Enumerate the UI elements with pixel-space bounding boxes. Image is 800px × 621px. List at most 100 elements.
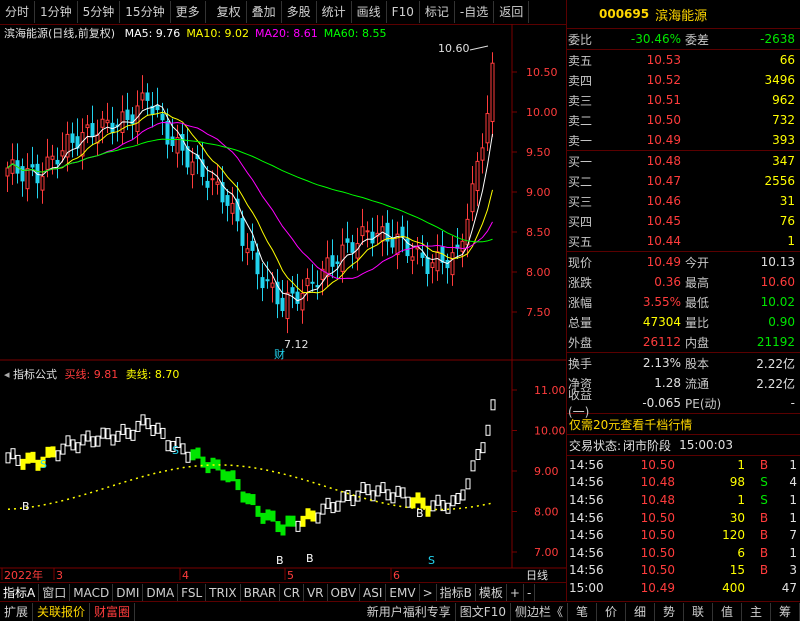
bottom-tab[interactable]: 财富圈 (90, 602, 136, 621)
quote-tab[interactable]: 势 (655, 602, 684, 621)
chart-area[interactable]: 10.50 10.00 9.50 9.00 8.50 8.00 7.50 11.00 10.00… (0, 24, 566, 582)
toolbar-item[interactable]: 多股 (282, 1, 317, 23)
candle-body (5, 167, 10, 177)
trade-direction: S (760, 492, 768, 507)
bottom-tab[interactable]: 关联报价 (33, 602, 91, 621)
toolbar-item[interactable]: 复权 (212, 1, 247, 23)
price-axis-label: 9.00 (526, 186, 551, 199)
indicator-tab[interactable]: DMA (143, 583, 179, 602)
trade-volume: 30 (729, 510, 745, 525)
toolbar-item[interactable]: 画线 (352, 1, 387, 23)
quote-tab[interactable]: 主 (742, 602, 771, 621)
signal-bar (160, 427, 166, 439)
candle-body (335, 261, 340, 265)
candle-body (55, 159, 60, 165)
toolbar-item[interactable]: 15分钟 (120, 1, 171, 23)
indicator-tab[interactable]: BRAR (241, 583, 281, 602)
f10-link[interactable]: 图文F10 (456, 602, 511, 621)
trade-time: 14:56 (569, 528, 604, 543)
toolbar-item[interactable]: 叠加 (247, 1, 282, 23)
toolbar-item[interactable]: 统计 (317, 1, 352, 23)
quote-tab[interactable]: 筹 (771, 602, 800, 621)
price-axis-label: 9.50 (526, 146, 551, 159)
orderbook-price: 10.52 (646, 73, 681, 87)
stat-value: 0.36 (654, 275, 681, 289)
candle-body (485, 113, 490, 144)
toolbar-item[interactable]: F10 (387, 1, 420, 23)
indicator-tab[interactable]: 模板 (476, 583, 507, 602)
candle-body (230, 202, 235, 214)
candle-body (435, 251, 440, 272)
signal-bar (225, 471, 231, 483)
indicator-axis-label: 8.00 (534, 506, 559, 519)
toolbar-item[interactable]: -自选 (455, 1, 495, 23)
signal-bar (490, 399, 496, 411)
indicator-tab[interactable]: MACD (70, 583, 114, 602)
sidebar-toggle[interactable]: 侧边栏《 (511, 602, 568, 621)
signal-bar (130, 429, 136, 441)
toolbar-item[interactable]: 更多 (171, 1, 206, 23)
signal-bar (95, 435, 101, 447)
quote-tab[interactable]: 价 (597, 602, 626, 621)
trade-count: 7 (789, 528, 797, 543)
toolbar-item[interactable]: 分时 (0, 1, 36, 23)
indicator-tab[interactable]: OBV (328, 583, 361, 602)
stats-list: 现价 10.49 今开 10.13 涨跌 0.36 最高 10.60 涨幅 3.55% 最低 10.0… (567, 252, 800, 352)
indicator-tab[interactable]: - (524, 583, 536, 602)
toolbar-item[interactable]: 返回 (494, 1, 530, 23)
signal-bar (320, 503, 326, 515)
trade-time: 15:00 (569, 580, 604, 595)
indicator-tab[interactable]: TRIX (206, 583, 241, 602)
indicator-tab[interactable]: FSL (178, 583, 207, 602)
indicator-tab[interactable]: CR (280, 583, 304, 602)
orderbook-label: 买五 (568, 234, 593, 249)
signal-bar (20, 458, 26, 470)
indicator-tab[interactable]: ASI (360, 583, 387, 602)
indicator-legend: ◂ 指标公式 买线: 9.81 卖线: 8.70 (4, 366, 179, 382)
new-user-promo[interactable]: 新用户福利专享 (363, 602, 456, 621)
indicator-menu-icon[interactable]: ◂ (4, 368, 10, 381)
bottom-tab[interactable]: 扩展 (0, 602, 34, 621)
candle-body (60, 150, 65, 157)
indicator-axis-label: 7.00 (534, 546, 559, 559)
indicator-tab[interactable]: 窗口 (39, 583, 71, 602)
signal-bar (455, 492, 461, 504)
indicator-tab[interactable]: + (507, 583, 524, 602)
candle-body (400, 226, 405, 238)
toolbar-item[interactable]: 5分钟 (78, 1, 121, 23)
promo-row[interactable]: 仅需20元查看千档行情 (567, 414, 800, 434)
indicator-tab[interactable]: 指标A (0, 583, 40, 602)
indicator-tab[interactable]: 指标B (437, 583, 476, 602)
signal-bar (305, 508, 311, 520)
trade-price: 10.50 (640, 563, 675, 578)
signal-bar (195, 447, 201, 459)
stat-row: 现价 10.49 今开 10.13 (567, 252, 800, 272)
weibi-value: -30.46% (630, 32, 681, 46)
candle-body (280, 297, 285, 312)
toolbar-item[interactable]: 标记 (420, 1, 455, 23)
signal-marker: B (22, 500, 30, 513)
stat-value: 26112 (642, 335, 681, 349)
signal-bar (285, 515, 291, 527)
orderbook-label: 买三 (568, 194, 593, 209)
bid-list: 买一 10.48 347 买二 10.47 2556 买三 10.46 31 买四 10.45 76 买… (567, 151, 800, 251)
quote-tab[interactable]: 笔 (568, 602, 597, 621)
indicator-tab[interactable]: EMV (386, 583, 420, 602)
trade-price: 10.49 (640, 580, 675, 595)
quote-tab[interactable]: 联 (684, 602, 713, 621)
indicator-name[interactable]: 指标公式 (13, 368, 57, 381)
quote-tab[interactable]: 值 (713, 602, 742, 621)
quote-tab[interactable]: 细 (626, 602, 655, 621)
orderbook-row: 卖三 10.51 962 (567, 90, 800, 110)
promo-text[interactable]: 仅需20元查看千档行情 (567, 416, 692, 433)
indicator-tab[interactable]: > (420, 583, 437, 602)
signal-bar (270, 510, 276, 522)
candle-body (300, 292, 305, 311)
indicator-tab[interactable]: VR (304, 583, 328, 602)
ma20-line (7, 121, 493, 280)
stat-value: 47304 (642, 315, 681, 329)
orderbook-volume: 347 (772, 154, 795, 168)
indicator-tab[interactable]: DMI (113, 583, 144, 602)
toolbar-item[interactable]: 1分钟 (35, 1, 78, 23)
kline-chart[interactable]: 10.50 10.00 9.50 9.00 8.50 8.00 7.50 11.00 10.00… (0, 24, 566, 582)
